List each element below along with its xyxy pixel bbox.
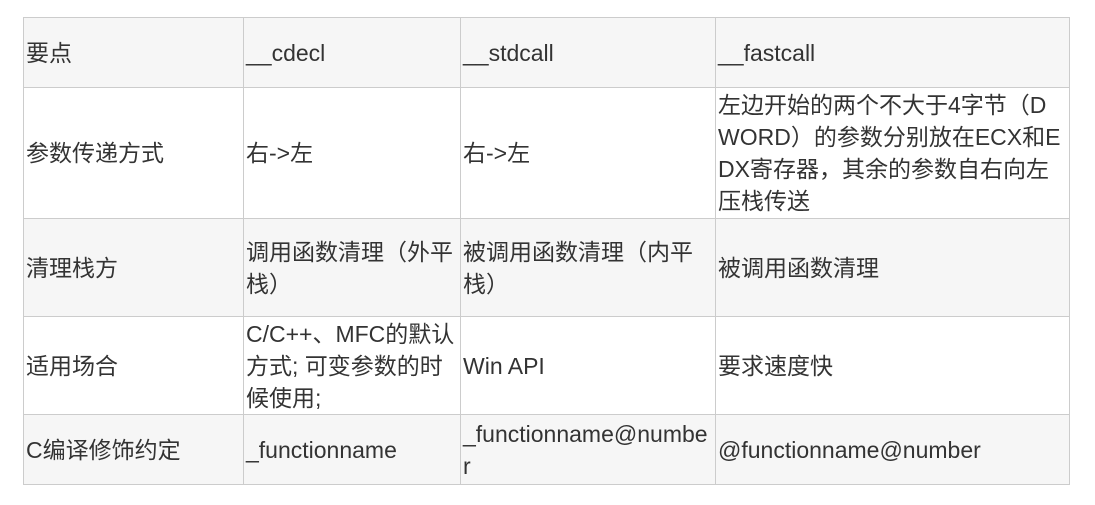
table-cell: @functionname@number [715,414,1070,485]
table-cell: __cdecl [243,17,461,88]
table-cell: 被调用函数清理 [715,218,1070,317]
table-cell: __stdcall [460,17,716,88]
table-cell: 右->左 [243,87,461,219]
table-cell: Win API [460,316,716,415]
calling-convention-table: 要点 __cdecl __stdcall __fastcall 参数传递方式 右… [23,17,1070,485]
table-row: 适用场合 C/C++、MFC的默认方式; 可变参数的时候使用; Win API … [23,316,1070,415]
table-cell: 右->左 [460,87,716,219]
table-cell: 被调用函数清理（内平栈） [460,218,716,317]
table-cell: __fastcall [715,17,1070,88]
table-cell: 调用函数清理（外平栈） [243,218,461,317]
table-cell: 参数传递方式 [23,87,244,219]
table-cell: 清理栈方 [23,218,244,317]
table-cell: 要求速度快 [715,316,1070,415]
table-cell: _functionname [243,414,461,485]
table-cell: 左边开始的两个不大于4字节（DWORD）的参数分别放在ECX和EDX寄存器，其余… [715,87,1070,219]
table-cell: C/C++、MFC的默认方式; 可变参数的时候使用; [243,316,461,415]
table-cell: 要点 [23,17,244,88]
table-row: 清理栈方 调用函数清理（外平栈） 被调用函数清理（内平栈） 被调用函数清理 [23,218,1070,317]
table-row: C编译修饰约定 _functionname _functionname@numb… [23,414,1070,485]
table-cell: 适用场合 [23,316,244,415]
table-header-row: 要点 __cdecl __stdcall __fastcall [23,17,1070,88]
table-cell: _functionname@number [460,414,716,485]
table-cell: C编译修饰约定 [23,414,244,485]
calling-convention-table-container: 要点 __cdecl __stdcall __fastcall 参数传递方式 右… [23,17,1070,485]
table-row: 参数传递方式 右->左 右->左 左边开始的两个不大于4字节（DWORD）的参数… [23,87,1070,219]
